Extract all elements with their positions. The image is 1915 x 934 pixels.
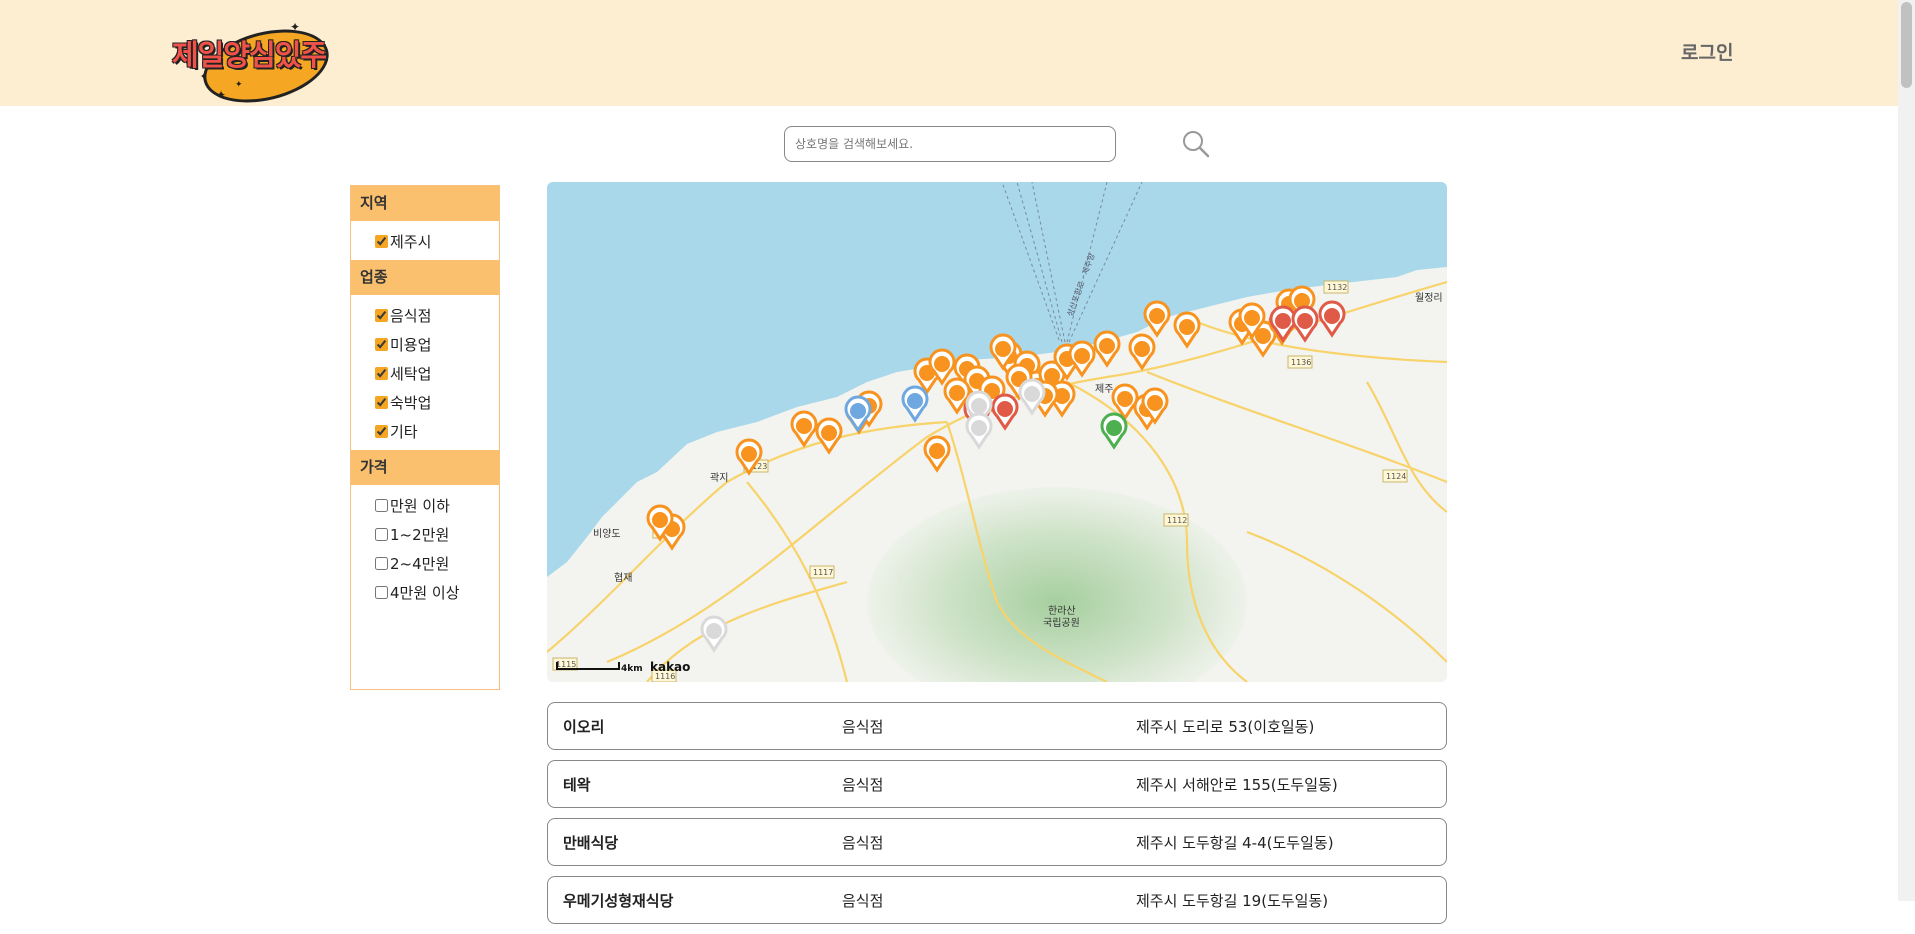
filter-option-price-under-10k[interactable]: 만원 이하 <box>375 491 499 520</box>
map-label-jeju: 제주 <box>1095 383 1113 395</box>
map-label-biyangdo: 비양도 <box>593 528 621 540</box>
store-name: 테왁 <box>563 775 591 794</box>
store-name: 이오리 <box>563 717 605 736</box>
filter-option-price-10k-20k[interactable]: 1~2만원 <box>375 520 499 549</box>
search-input[interactable] <box>784 126 1116 162</box>
road-label-1112: 1112 <box>1167 516 1187 525</box>
checkbox[interactable] <box>375 309 388 322</box>
checkbox[interactable] <box>375 396 388 409</box>
store-category: 음식점 <box>842 833 884 852</box>
store-category: 음식점 <box>842 775 884 794</box>
store-name: 우메기성형재식당 <box>563 891 674 910</box>
filter-option-lodging[interactable]: 숙박업 <box>375 388 499 417</box>
filter-sidebar: 지역 제주시 업종 음식점 미용업 세탁업 숙박업 기타 가격 만원 이하 1~… <box>350 185 500 690</box>
header: ✦ ✦ ✦ ✦ 제일양심있주 로그인 <box>0 0 1915 115</box>
list-item[interactable]: 이오리 음식점 제주시 도리로 53(이호일동) <box>547 702 1447 750</box>
kakao-logo: kakao <box>650 660 691 674</box>
road-label-1132: 1132 <box>1327 283 1347 292</box>
map-view[interactable]: 곽지 비양도 협재 제주 한라산 국립공원 월정리 성산포항로 · 제주항 11… <box>547 182 1447 682</box>
search-button[interactable] <box>1180 128 1212 160</box>
sparkle-icon: ✦ <box>235 80 243 90</box>
filter-region-options: 제주시 <box>351 221 499 260</box>
road-label-1136: 1136 <box>1291 358 1311 367</box>
store-address: 제주시 도두항길 19(도두일동) <box>1136 891 1329 910</box>
filter-option-jeju-si[interactable]: 제주시 <box>375 227 499 256</box>
page-scrollbar[interactable] <box>1898 0 1915 901</box>
store-category: 음식점 <box>842 717 884 736</box>
logo-text: 제일양심있주 <box>172 38 327 72</box>
checkbox[interactable] <box>375 557 388 570</box>
filter-option-laundry[interactable]: 세탁업 <box>375 359 499 388</box>
checkbox[interactable] <box>375 528 388 541</box>
filter-option-other[interactable]: 기타 <box>375 417 499 446</box>
checkbox[interactable] <box>375 499 388 512</box>
store-name: 만배식당 <box>563 833 619 852</box>
filter-option-restaurant[interactable]: 음식점 <box>375 301 499 330</box>
scrollbar-thumb[interactable] <box>1901 2 1912 88</box>
checkbox[interactable] <box>375 367 388 380</box>
filter-price-options: 만원 이하 1~2만원 2~4만원 4만원 이상 <box>351 485 499 611</box>
map-label-woljeongri: 월정리 <box>1415 292 1443 304</box>
map-label-hallasan-park: 국립공원 <box>1043 616 1080 629</box>
road-label-1124: 1124 <box>1386 472 1406 481</box>
filter-option-price-20k-40k[interactable]: 2~4만원 <box>375 549 499 578</box>
filter-price-title: 가격 <box>351 450 499 485</box>
sparkle-icon: ✦ <box>216 88 227 102</box>
map-canvas: 곽지 비양도 협재 제주 한라산 국립공원 월정리 성산포항로 · 제주항 11… <box>547 182 1447 682</box>
filter-option-price-over-40k[interactable]: 4만원 이상 <box>375 578 499 607</box>
checkbox[interactable] <box>375 586 388 599</box>
login-link[interactable]: 로그인 <box>1681 38 1733 65</box>
map-scale-bar <box>556 662 620 670</box>
road-label-1117: 1117 <box>813 568 833 577</box>
checkbox[interactable] <box>375 425 388 438</box>
filter-region-title: 지역 <box>351 186 499 221</box>
map-label-hallasan: 한라산 <box>1048 605 1076 617</box>
filter-option-beauty[interactable]: 미용업 <box>375 330 499 359</box>
filter-category-options: 음식점 미용업 세탁업 숙박업 기타 <box>351 295 499 450</box>
map-label-hyeopjae: 협재 <box>614 571 632 584</box>
map-label-gwakji: 곽지 <box>710 472 728 484</box>
filter-category-title: 업종 <box>351 260 499 295</box>
map-scale-label: 4km <box>621 664 643 674</box>
result-list: 이오리 음식점 제주시 도리로 53(이호일동) 테왁 음식점 제주시 서해안로… <box>547 702 1447 934</box>
list-item[interactable]: 테왁 음식점 제주시 서해안로 155(도두일동) <box>547 760 1447 808</box>
store-address: 제주시 도두항길 4-4(도두일동) <box>1136 833 1334 852</box>
store-category: 음식점 <box>842 891 884 910</box>
store-address: 제주시 도리로 53(이호일동) <box>1136 717 1315 736</box>
checkbox[interactable] <box>375 235 388 248</box>
list-item[interactable]: 우메기성형재식당 음식점 제주시 도두항길 19(도두일동) <box>547 876 1447 924</box>
list-item[interactable]: 만배식당 음식점 제주시 도두항길 4-4(도두일동) <box>547 818 1447 866</box>
checkbox[interactable] <box>375 338 388 351</box>
store-address: 제주시 서해안로 155(도두일동) <box>1136 775 1338 794</box>
logo[interactable]: ✦ ✦ ✦ ✦ 제일양심있주 <box>170 10 340 115</box>
search-icon <box>1183 131 1210 158</box>
